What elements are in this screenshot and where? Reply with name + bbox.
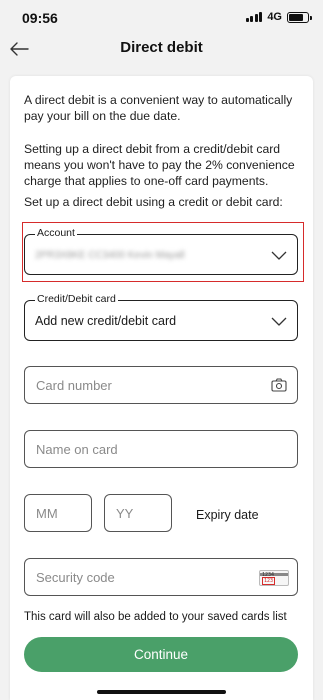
expiry-year-input[interactable]: YY: [104, 494, 172, 532]
year-placeholder: YY: [116, 506, 134, 521]
home-indicator: [97, 690, 226, 694]
card-select-value: Add new credit/debit card: [35, 314, 177, 328]
card-cvv-icon: 1234 123: [259, 570, 289, 586]
name-placeholder: Name on card: [36, 442, 118, 457]
card-number-placeholder: Card number: [36, 378, 112, 393]
card-select[interactable]: Credit/Debit card Add new credit/debit c…: [24, 293, 298, 341]
account-label: Account: [35, 227, 77, 239]
saved-cards-note: This card will also be added to your sav…: [24, 611, 287, 623]
header: Direct debit: [0, 34, 323, 74]
month-placeholder: MM: [36, 506, 58, 521]
signal-icon: [245, 12, 263, 22]
expiry-month-input[interactable]: MM: [24, 494, 92, 532]
page-title: Direct debit: [120, 39, 203, 56]
account-value: 2PR3X8KE CC3400 Kevin Mayall: [35, 250, 185, 261]
expiry-date-label: Expiry date: [196, 508, 259, 522]
intro-paragraph-3: Set up a direct debit using a credit or …: [24, 195, 283, 209]
intro-paragraph-2: Setting up a direct debit from a credit/…: [24, 142, 295, 188]
name-on-card-input[interactable]: Name on card: [24, 430, 298, 468]
status-icons: 4G: [245, 11, 312, 23]
card-select-label: Credit/Debit card: [35, 293, 118, 305]
chevron-down-icon: [271, 317, 287, 326]
content-card: A direct debit is a convenient way to au…: [10, 76, 313, 700]
account-select[interactable]: Account 2PR3X8KE CC3400 Kevin Mayall: [24, 227, 298, 275]
network-type: 4G: [267, 11, 282, 23]
security-code-input[interactable]: Security code 1234 123: [24, 558, 298, 596]
continue-button[interactable]: Continue: [24, 637, 298, 672]
chevron-down-icon: [271, 251, 287, 260]
status-time: 09:56: [22, 10, 58, 26]
camera-icon[interactable]: [271, 378, 287, 392]
battery-icon: [287, 11, 312, 23]
security-code-placeholder: Security code: [36, 570, 115, 585]
card-number-input[interactable]: Card number: [24, 366, 298, 404]
status-bar: 09:56 4G: [0, 0, 323, 34]
intro-paragraph-1: A direct debit is a convenient way to au…: [24, 93, 293, 123]
